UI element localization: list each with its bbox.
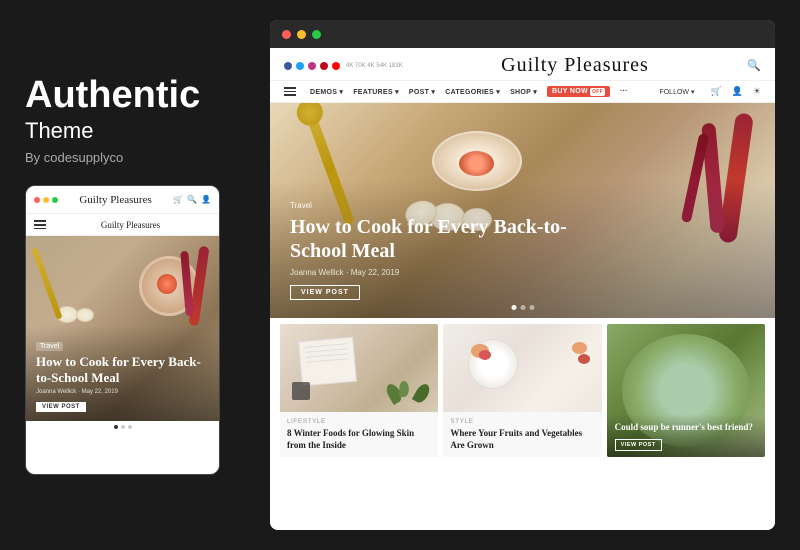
dot-inactive-2: [128, 425, 132, 429]
card-2: Style Where Your Fruits and Vegetables A…: [443, 324, 601, 457]
user-nav-icon[interactable]: 👤: [732, 86, 743, 97]
hero-tag: Travel: [290, 201, 755, 210]
card-1-book-prop: [298, 337, 357, 387]
hero-dot-1: [520, 305, 525, 310]
cart-nav-icon[interactable]: 🛒: [710, 86, 721, 97]
card-1-herbs-prop: [393, 372, 423, 402]
card-3-view-post-button[interactable]: VIEW POST: [615, 439, 662, 451]
egg-decoration-2: [76, 308, 94, 322]
chrome-dot-maximize[interactable]: [312, 30, 321, 39]
mobile-top-icons: 🛒 🔍 👤: [173, 195, 211, 204]
card-2-food-4: [578, 354, 590, 364]
site-logo-area: Guilty Pleasures: [403, 54, 748, 77]
mobile-window-dots: [34, 197, 58, 203]
desktop-chrome-bar: [270, 20, 775, 48]
card-2-body: Style Where Your Fruits and Vegetables A…: [443, 412, 601, 457]
phone-prop: [292, 382, 310, 400]
cart-icon: 🛒: [173, 195, 183, 204]
mobile-mockup: Guilty Pleasures 🛒 🔍 👤 Guilty Pleasures: [25, 185, 220, 475]
mobile-hero: Travel How to Cook for Every Back-to-Sch…: [26, 236, 219, 421]
desktop-mockup: 4K 70K 4K 54K 183K Guilty Pleasures 🔍 DE…: [270, 20, 775, 530]
nav-item-shop[interactable]: SHOP ▾: [510, 88, 537, 96]
nav-item-demos[interactable]: DEMOS ▾: [310, 88, 343, 96]
sun-nav-icon[interactable]: ☀: [753, 86, 761, 97]
site-logo: Guilty Pleasures: [501, 54, 649, 76]
herb-leaf-2: [412, 382, 432, 405]
mobile-hero-meta: Joanna Wellick · May 22, 2019: [36, 389, 209, 395]
site-nav: DEMOS ▾ FEATURES ▾ POST ▾ CATEGORIES ▾ S…: [270, 81, 775, 103]
hero-title: How to Cook for Every Back-to-School Mea…: [290, 215, 590, 263]
mobile-site-logo: Guilty Pleasures: [79, 194, 151, 206]
nav-item-categories[interactable]: CATEGORIES ▾: [445, 88, 500, 96]
card-3: Could soup be runner's best friend? VIEW…: [607, 324, 765, 457]
mobile-dot-red: [34, 197, 40, 203]
mobile-hero-title: How to Cook for Every Back-to-School Mea…: [36, 354, 209, 387]
hamburger-icon[interactable]: [34, 220, 46, 229]
card-2-food-3: [572, 342, 587, 354]
dot-inactive-1: [121, 425, 125, 429]
card-1: Lifestyle 8 Winter Foods for Glowing Ski…: [280, 324, 438, 457]
mobile-view-post-button[interactable]: VIEW POST: [36, 402, 86, 412]
card-1-category: Lifestyle: [287, 418, 431, 425]
desktop-hero: Travel How to Cook for Every Back-to-Sch…: [270, 103, 775, 318]
dot-active: [114, 425, 118, 429]
chrome-dot-minimize[interactable]: [297, 30, 306, 39]
card-3-bg: Could soup be runner's best friend? VIEW…: [607, 324, 765, 457]
nav-item-post[interactable]: POST ▾: [409, 88, 435, 96]
hero-view-post-button[interactable]: VIEW POST: [290, 285, 360, 300]
hero-meta: Joanna Wellick · May 22, 2019: [290, 268, 755, 277]
theme-title: Authentic: [25, 75, 245, 117]
mobile-nav-bar: Guilty Pleasures: [26, 214, 219, 236]
card-3-image: Could soup be runner's best friend? VIEW…: [607, 324, 765, 457]
mobile-slide-dots: [26, 421, 219, 433]
mobile-dot-green: [52, 197, 58, 203]
user-icon: 👤: [201, 195, 211, 204]
mobile-hero-tag: Travel: [36, 342, 63, 351]
mobile-top-bar: Guilty Pleasures 🛒 🔍 👤: [26, 186, 219, 214]
mobile-dot-yellow: [43, 197, 49, 203]
herb-leaf-3: [400, 381, 410, 397]
card-1-body: Lifestyle 8 Winter Foods for Glowing Ski…: [280, 412, 438, 457]
search-icon: 🔍: [187, 195, 197, 204]
nav-item-buy-now[interactable]: BUY NOW OFF: [547, 86, 610, 97]
facebook-icon[interactable]: [284, 62, 292, 70]
hero-dot-active: [511, 305, 516, 310]
nav-hamburger-icon[interactable]: [284, 87, 296, 96]
social-icons-row: 4K 70K 4K 54K 183K: [284, 62, 403, 70]
card-grid: Lifestyle 8 Winter Foods for Glowing Ski…: [270, 318, 775, 463]
hero-spoon-head: [293, 103, 326, 129]
nav-item-more[interactable]: ···: [620, 88, 628, 95]
mobile-hero-overlay: Travel How to Cook for Every Back-to-Sch…: [26, 325, 219, 422]
left-panel: Authentic Theme By codesupplyco Guilty P…: [25, 75, 245, 476]
twitter-icon[interactable]: [296, 62, 304, 70]
site-search-icon[interactable]: 🔍: [747, 59, 761, 72]
card-1-title: 8 Winter Foods for Glowing Skin from the…: [287, 428, 431, 451]
theme-subtitle: Theme: [25, 118, 245, 144]
hero-dot-2: [529, 305, 534, 310]
chrome-dot-close[interactable]: [282, 30, 291, 39]
card-3-title: Could soup be runner's best friend?: [615, 422, 757, 434]
card-1-bg: [280, 324, 438, 412]
card-3-overlay: Could soup be runner's best friend? VIEW…: [607, 414, 765, 458]
social-counts: 4K 70K 4K 54K 183K: [346, 63, 403, 69]
card-2-image: [443, 324, 601, 412]
card-2-category: Style: [450, 418, 594, 425]
site-top-bar: 4K 70K 4K 54K 183K Guilty Pleasures 🔍: [270, 48, 775, 81]
card-2-title: Where Your Fruits and Vegetables Are Gro…: [450, 428, 594, 451]
theme-author: By codesupplyco: [25, 150, 245, 165]
spoon-decoration: [31, 248, 62, 321]
desktop-site-content: 4K 70K 4K 54K 183K Guilty Pleasures 🔍 DE…: [270, 48, 775, 530]
hero-slide-dots: [511, 305, 534, 310]
youtube-icon[interactable]: [332, 62, 340, 70]
hero-overlay: Travel How to Cook for Every Back-to-Sch…: [270, 181, 775, 318]
nav-item-features[interactable]: FEATURES ▾: [353, 88, 399, 96]
instagram-icon[interactable]: [308, 62, 316, 70]
card-1-image: [280, 324, 438, 412]
bowl-food: [459, 151, 494, 176]
nav-follow[interactable]: FOLLOW ▾: [659, 88, 694, 96]
pinterest-icon[interactable]: [320, 62, 328, 70]
mobile-nav-logo: Guilty Pleasures: [50, 220, 211, 230]
card-2-bg: [443, 324, 601, 412]
